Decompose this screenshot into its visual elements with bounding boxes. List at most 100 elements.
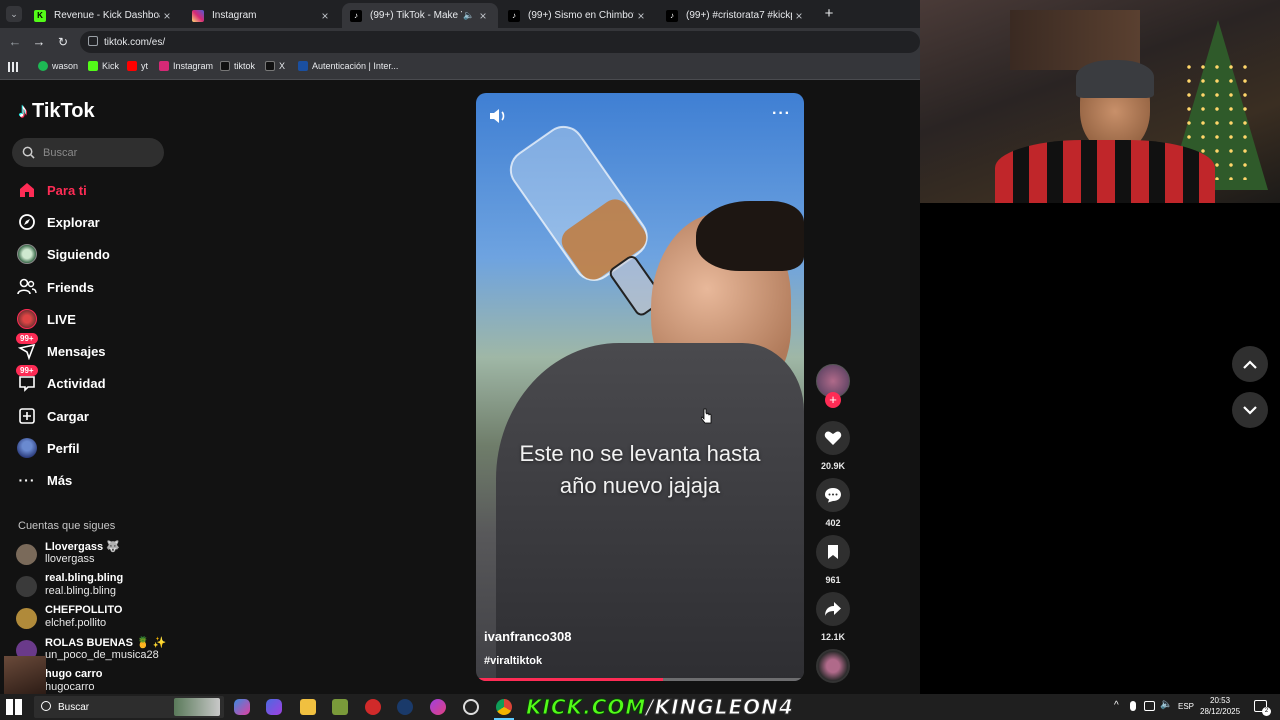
forward-button[interactable]: →: [30, 33, 48, 51]
mouse-cursor-icon: [701, 408, 712, 424]
activity-icon: 99+: [16, 365, 38, 394]
bookmark-label: Autenticación | Inter...: [312, 61, 399, 71]
tab-tiktok[interactable]: ♪ (99+) TikTok - Make Your Da 🔈 ×: [342, 3, 498, 28]
nav-friends[interactable]: Friends: [16, 273, 94, 301]
nav-mas[interactable]: ··· Más: [16, 466, 73, 494]
like-count: 20.9K: [820, 461, 846, 471]
activity-badge: 99+: [16, 365, 38, 376]
site-info-icon[interactable]: [88, 36, 98, 46]
nav-label: Para ti: [47, 182, 87, 198]
nav-actividad[interactable]: 99+ Actividad: [16, 365, 106, 397]
nav-live[interactable]: LIVE: [16, 305, 76, 333]
nav-label: Perfil: [47, 440, 80, 456]
steam-icon[interactable]: [397, 699, 413, 715]
address-bar[interactable]: tiktok.com/es/: [80, 31, 920, 53]
follow-plus-icon[interactable]: +: [825, 392, 841, 408]
close-tab-icon[interactable]: ×: [318, 9, 332, 23]
following-account[interactable]: real.bling.bling real.bling.bling: [16, 572, 176, 602]
copilot-icon[interactable]: [234, 699, 250, 715]
nav-cargar[interactable]: Cargar: [16, 402, 89, 430]
following-account[interactable]: CHEFPOLLITO elchef.pollito: [16, 604, 176, 634]
messenger-icon[interactable]: [430, 699, 446, 715]
more-options-icon[interactable]: ···: [772, 105, 792, 125]
tiktok-logo[interactable]: ♪ TikTok: [18, 100, 95, 123]
tab-kick-dashboard[interactable]: K Revenue - Kick Dashboard ×: [26, 3, 182, 28]
chevron-up-icon[interactable]: ^: [1114, 700, 1119, 711]
bookmark-label: yt: [141, 61, 149, 71]
nav-mensajes[interactable]: 99+ Mensajes: [16, 333, 106, 365]
back-button[interactable]: ←: [6, 33, 24, 51]
following-account[interactable]: Llovergass 🐺 llovergass: [16, 540, 176, 570]
creator-avatar-button[interactable]: +: [815, 364, 851, 408]
like-button[interactable]: 20.9K: [815, 421, 851, 471]
tab-title: (99+) #cristorata7 #kickperu #c: [686, 10, 792, 21]
video-hashtag[interactable]: #viraltiktok: [484, 655, 542, 667]
app-red-icon[interactable]: [365, 699, 381, 715]
tab-cristorata[interactable]: ♪ (99+) #cristorata7 #kickperu #c ×: [658, 3, 814, 28]
bookmark-tiktok[interactable]: tiktok: [220, 61, 255, 71]
music-disc-button[interactable]: [815, 649, 851, 683]
nav-para-ti[interactable]: Para ti: [16, 176, 87, 204]
tiktok-favicon-icon: ♪: [350, 9, 362, 22]
close-tab-icon[interactable]: ×: [634, 9, 648, 23]
microphone-icon[interactable]: [1130, 701, 1136, 711]
volume-icon[interactable]: 🔈: [1160, 699, 1172, 710]
friends-icon: [16, 276, 38, 298]
heart-icon: [816, 421, 850, 455]
network-icon[interactable]: [1144, 701, 1155, 711]
instagram-icon: [159, 61, 169, 71]
nav-siguiendo[interactable]: Siguiendo: [16, 240, 110, 268]
windows-start-icon[interactable]: [6, 699, 22, 715]
kick-banner-site: KICK.COM: [525, 695, 647, 720]
clock-time[interactable]: 20:53: [1210, 696, 1230, 705]
system-tray: ^ 🔈 ESP 20:53 28/12/2025 2: [1110, 694, 1280, 720]
music-disc-icon: [816, 649, 850, 683]
nav-perfil[interactable]: Perfil: [16, 434, 80, 462]
bookmark-kick[interactable]: Kick: [88, 61, 119, 71]
copilot-app-icon[interactable]: [266, 699, 282, 715]
bookmark-autenticacion[interactable]: Autenticación | Inter...: [298, 61, 398, 71]
next-video-button[interactable]: [1232, 392, 1268, 428]
url-text: tiktok.com/es/: [104, 36, 166, 48]
webcam-overlay: [920, 0, 1280, 203]
previous-video-button[interactable]: [1232, 346, 1268, 382]
save-button[interactable]: 961: [815, 535, 851, 585]
search-input[interactable]: Buscar: [12, 138, 164, 167]
close-tab-icon[interactable]: ×: [792, 9, 806, 23]
tab-instagram[interactable]: Instagram ×: [184, 3, 340, 28]
close-tab-icon[interactable]: ×: [160, 9, 174, 23]
kick-favicon-icon: K: [34, 9, 46, 22]
bookmark-wason[interactable]: wason: [38, 61, 78, 71]
reload-button[interactable]: ↻: [54, 33, 72, 51]
nav-explorar[interactable]: Explorar: [16, 208, 100, 236]
video-progress-bar[interactable]: [476, 678, 804, 681]
taskbar-search-input[interactable]: Buscar: [34, 696, 224, 718]
tab-sismo-chimbote[interactable]: ♪ (99+) Sismo en Chimbote #peru ×: [500, 3, 656, 28]
game-launcher-icon[interactable]: [332, 699, 348, 715]
comment-button[interactable]: 402: [815, 478, 851, 528]
tab-audio-icon[interactable]: 🔈: [462, 10, 476, 21]
search-highlight-image: [174, 698, 220, 716]
share-button[interactable]: 12.1K: [815, 592, 851, 642]
mute-toggle-icon[interactable]: [488, 107, 510, 127]
new-tab-button[interactable]: +: [820, 5, 838, 23]
clock-date[interactable]: 28/12/2025: [1200, 707, 1240, 716]
video-progress-fill: [476, 678, 663, 681]
bookmark-yt[interactable]: yt: [127, 61, 148, 71]
video-player[interactable]: ··· Este no se levanta hasta año nuevo j…: [476, 93, 804, 681]
chrome-icon[interactable]: [496, 699, 512, 715]
language-indicator[interactable]: ESP: [1178, 702, 1194, 711]
close-tab-icon[interactable]: ×: [476, 9, 490, 23]
bookmark-instagram[interactable]: Instagram: [159, 61, 213, 71]
avatar: [16, 576, 37, 597]
share-icon: [816, 592, 850, 626]
browser-tab-bar: ⌄ K Revenue - Kick Dashboard × Instagram…: [0, 0, 920, 28]
obs-icon[interactable]: [463, 699, 479, 715]
tiktok-note-icon: ♪: [18, 100, 28, 122]
share-count: 12.1K: [820, 632, 846, 642]
tab-search-button[interactable]: ⌄: [6, 6, 22, 22]
video-author[interactable]: ivanfranco308: [484, 629, 571, 644]
file-explorer-icon[interactable]: [300, 699, 316, 715]
apps-grid-icon[interactable]: [8, 62, 18, 72]
bookmark-x[interactable]: X: [265, 61, 285, 71]
